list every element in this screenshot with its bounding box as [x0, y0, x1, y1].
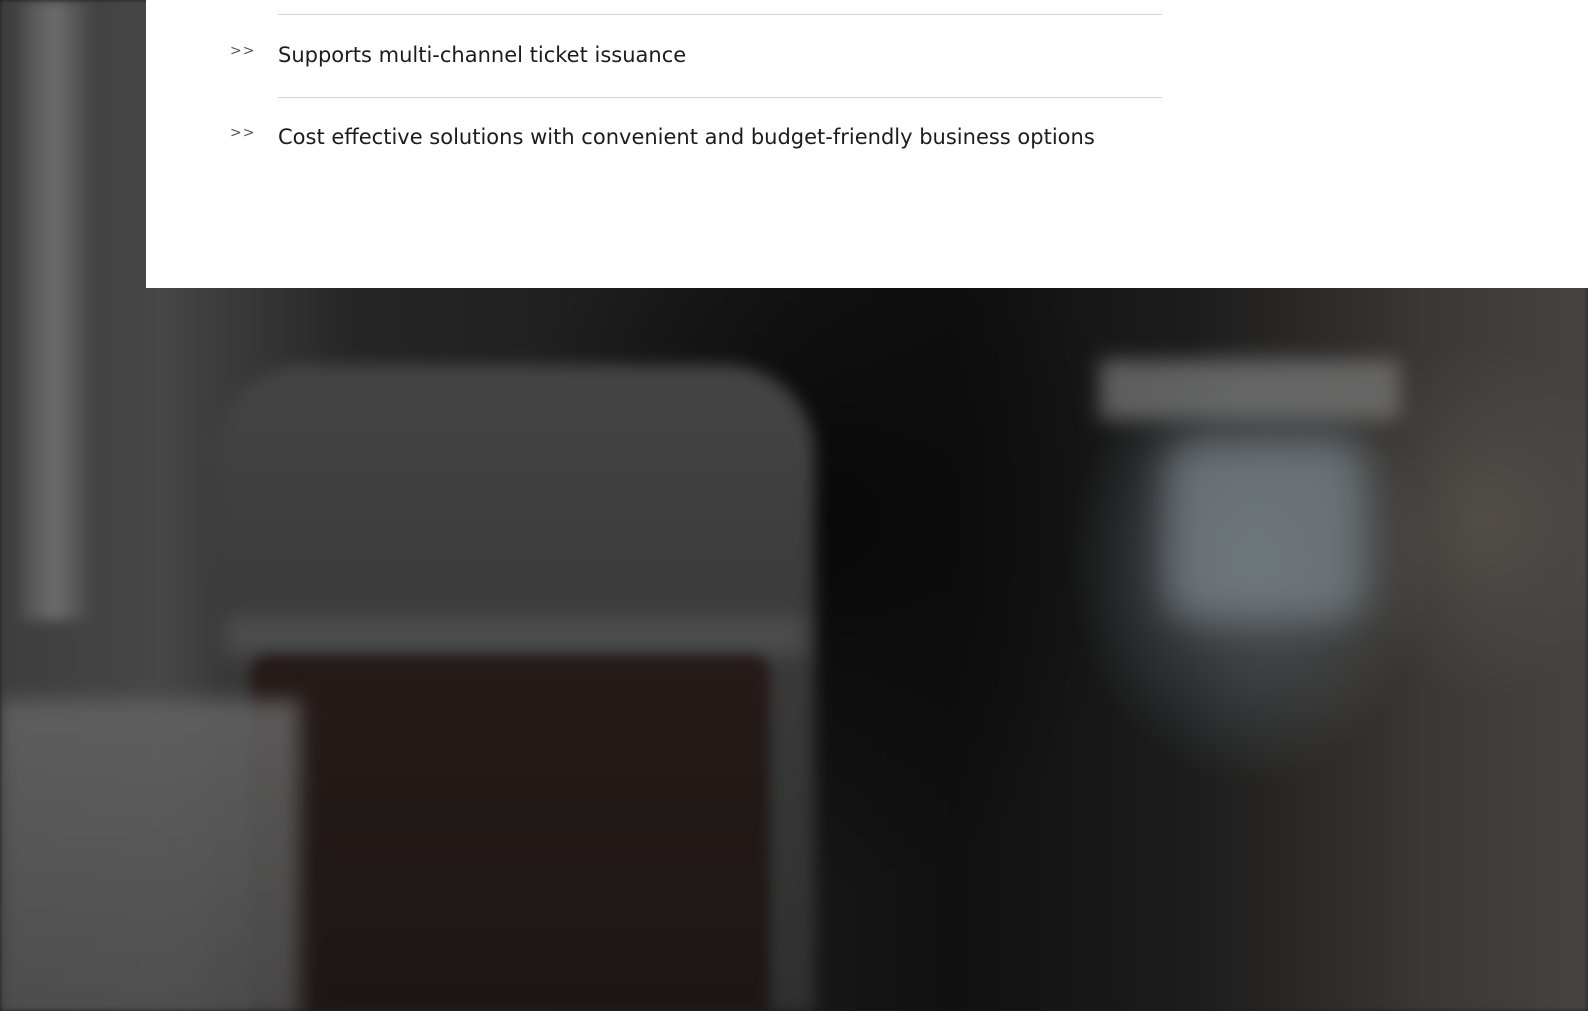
list-divider — [278, 97, 1162, 98]
double-chevron-right-icon: >> — [230, 125, 256, 141]
page: >> Supports multi-channel ticket issuanc… — [0, 0, 1588, 1011]
feature-text: Cost effective solutions with convenient… — [278, 125, 1095, 149]
list-item: >> Supports multi-channel ticket issuanc… — [230, 40, 686, 70]
feature-text: Supports multi-channel ticket issuance — [278, 43, 687, 67]
list-item: >> Cost effective solutions with conveni… — [230, 122, 1095, 152]
features-panel: >> Supports multi-channel ticket issuanc… — [146, 0, 1588, 288]
double-chevron-right-icon: >> — [230, 43, 256, 59]
list-divider — [278, 14, 1162, 15]
